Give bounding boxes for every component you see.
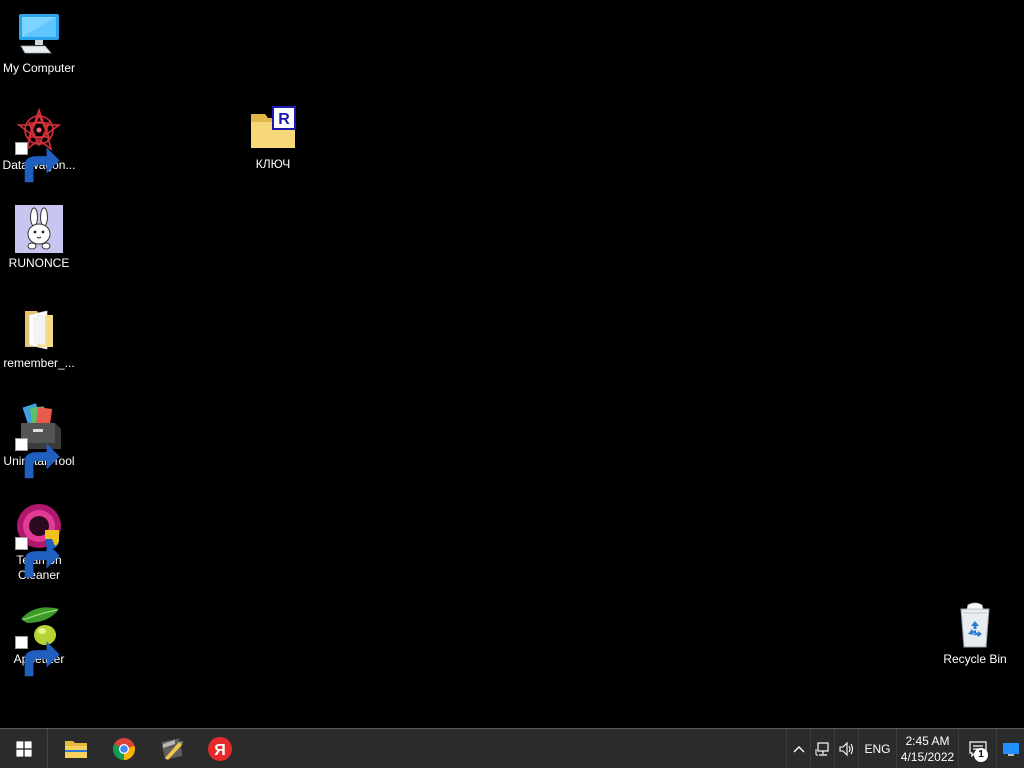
network-button[interactable] bbox=[810, 729, 834, 768]
show-hidden-icons-button[interactable] bbox=[786, 729, 810, 768]
desktop-icon-label: My Computer bbox=[2, 61, 76, 75]
network-icon bbox=[815, 741, 829, 756]
clock-time: 2:45 AM bbox=[905, 733, 950, 748]
taskbar-yandex-browser[interactable]: Я bbox=[196, 729, 244, 768]
desktop-icon-label: КЛЮЧ bbox=[255, 157, 291, 171]
shortcut-arrow-icon bbox=[15, 537, 60, 578]
taskbar: Я ENG 2:45 AM 4/15/2022 1 bbox=[0, 728, 1024, 768]
chrome-icon bbox=[112, 737, 135, 760]
notification-count-badge: 1 bbox=[974, 748, 988, 762]
desktop-icon-label: remember_... bbox=[3, 356, 75, 370]
clock-button[interactable]: 2:45 AM 4/15/2022 bbox=[896, 729, 958, 768]
appetizer-leaf-icon bbox=[15, 601, 63, 677]
desktop-icon-recycle-bin[interactable]: Recycle Bin bbox=[936, 601, 1014, 667]
desktop-icon-datawagon[interactable]: DataWagon... bbox=[0, 107, 78, 183]
volume-button[interactable] bbox=[834, 729, 858, 768]
recycle-bin-icon bbox=[951, 601, 999, 649]
folder-r-icon: R bbox=[249, 106, 297, 154]
taskbar-file-explorer[interactable] bbox=[52, 729, 100, 768]
file-explorer-icon bbox=[65, 740, 87, 758]
folder-icon bbox=[15, 305, 63, 353]
clock-date: 4/15/2022 bbox=[900, 749, 955, 764]
desktop-icon-klyuch[interactable]: R КЛЮЧ bbox=[234, 106, 312, 172]
bunny-icon bbox=[15, 205, 63, 253]
taskbar-chrome[interactable] bbox=[100, 729, 148, 768]
desktop-icon-telamon-cleaner[interactable]: Telamon Cleaner bbox=[0, 502, 78, 583]
pen-tool-icon bbox=[161, 737, 183, 760]
start-button[interactable] bbox=[0, 729, 48, 768]
uninstall-tool-icon bbox=[15, 403, 63, 479]
desktop-icon-label: RUNONCE bbox=[8, 256, 70, 270]
desktop-icon-uninstall-tool[interactable]: Uninstall Tool bbox=[0, 403, 78, 479]
svg-text:R: R bbox=[278, 111, 290, 128]
computer-icon bbox=[15, 10, 63, 58]
desktop-peek-button[interactable] bbox=[996, 729, 1024, 768]
desktop-icon-remember[interactable]: remember_... bbox=[0, 305, 78, 371]
desktop-icon-my-computer[interactable]: My Computer bbox=[0, 10, 78, 76]
yandex-browser-icon: Я bbox=[208, 736, 232, 761]
shortcut-arrow-icon bbox=[15, 142, 60, 183]
language-indicator[interactable]: ENG bbox=[858, 729, 896, 768]
shortcut-arrow-icon bbox=[15, 636, 60, 677]
taskbar-pen-tool[interactable] bbox=[148, 729, 196, 768]
desktop-icon-appetizer[interactable]: Appetizer bbox=[0, 601, 78, 677]
taskbar-spacer bbox=[244, 729, 786, 768]
chevron-up-icon bbox=[793, 745, 804, 752]
action-center-button[interactable]: 1 bbox=[958, 729, 996, 768]
screen-icon bbox=[1002, 742, 1019, 756]
desktop-icon-runonce[interactable]: RUNONCE bbox=[0, 205, 78, 271]
telamon-cleaner-icon bbox=[15, 502, 63, 578]
language-label: ENG bbox=[864, 741, 891, 756]
shortcut-arrow-icon bbox=[15, 438, 60, 479]
svg-text:Я: Я bbox=[214, 742, 226, 759]
windows-logo-icon bbox=[15, 740, 32, 757]
desktop-icon-label: Recycle Bin bbox=[943, 652, 1007, 666]
speaker-icon bbox=[838, 741, 853, 756]
datawagon-star-icon bbox=[15, 107, 63, 183]
desktop: My Computer DataWagon... RUNONCE remembe… bbox=[0, 0, 1024, 728]
